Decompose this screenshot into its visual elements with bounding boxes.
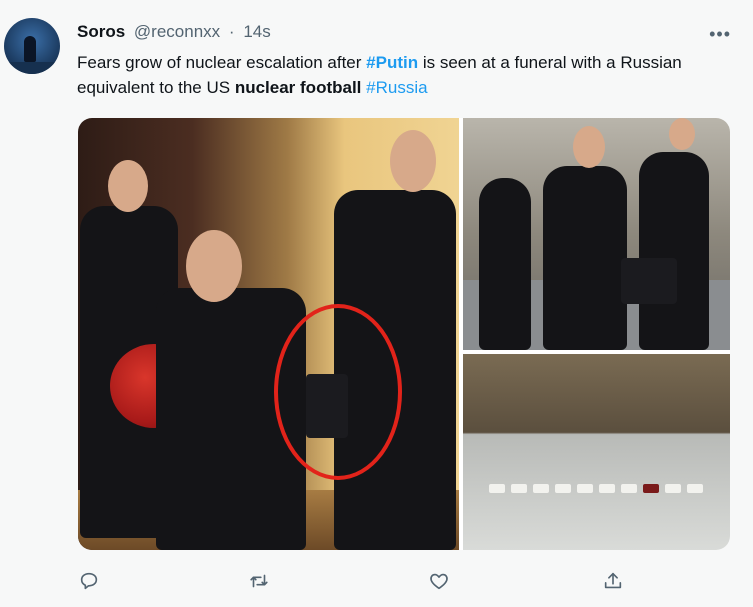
- share-icon[interactable]: [598, 566, 628, 596]
- reply-icon[interactable]: [74, 566, 104, 596]
- photo-crowd-figure: [543, 166, 627, 350]
- console-button: [665, 484, 681, 493]
- separator-dot: ·: [228, 22, 235, 41]
- console-button: [599, 484, 615, 493]
- tweet-card: Soros @reconnxx · 14s ••• Fears grow of …: [0, 0, 753, 607]
- console-button: [577, 484, 593, 493]
- photo-head: [669, 118, 695, 150]
- tweet-media-grid: [78, 118, 730, 550]
- avatar-ground: [4, 62, 60, 74]
- console-button: [555, 484, 571, 493]
- author-handle[interactable]: @reconnxx: [134, 22, 220, 41]
- photo-briefcase: [621, 258, 677, 304]
- highlight-circle: [274, 304, 402, 480]
- console-button: [687, 484, 703, 493]
- hashtag-russia[interactable]: #Russia: [366, 78, 427, 97]
- media-photo-street[interactable]: [463, 118, 730, 350]
- tweet-time[interactable]: 14s: [243, 22, 270, 41]
- photo-crowd-figure: [639, 152, 709, 350]
- console-button: [643, 484, 659, 493]
- media-photo-funeral[interactable]: [78, 118, 459, 550]
- retweet-icon[interactable]: [244, 566, 274, 596]
- tweet-actions: [0, 566, 753, 596]
- photo-head: [186, 230, 242, 302]
- console-button: [621, 484, 637, 493]
- avatar-figure: [24, 36, 36, 62]
- photo-head: [108, 160, 148, 212]
- photo-head: [390, 130, 436, 192]
- console-button: [489, 484, 505, 493]
- like-icon[interactable]: [424, 566, 454, 596]
- media-photo-console[interactable]: [463, 354, 730, 550]
- tweet-text-bold: nuclear football: [234, 78, 362, 97]
- photo-crowd-figure: [479, 178, 531, 350]
- author-name[interactable]: Soros: [77, 22, 125, 41]
- photo-head: [573, 126, 605, 168]
- console-button: [511, 484, 527, 493]
- tweet-text-part-1: Fears grow of nuclear escalation after: [77, 53, 367, 72]
- hashtag-putin[interactable]: #Putin: [366, 53, 418, 72]
- avatar[interactable]: [4, 18, 60, 74]
- more-icon[interactable]: •••: [709, 24, 731, 45]
- console-button: [533, 484, 549, 493]
- tweet-header: Soros @reconnxx · 14s: [77, 22, 271, 42]
- tweet-text: Fears grow of nuclear escalation after #…: [77, 50, 727, 100]
